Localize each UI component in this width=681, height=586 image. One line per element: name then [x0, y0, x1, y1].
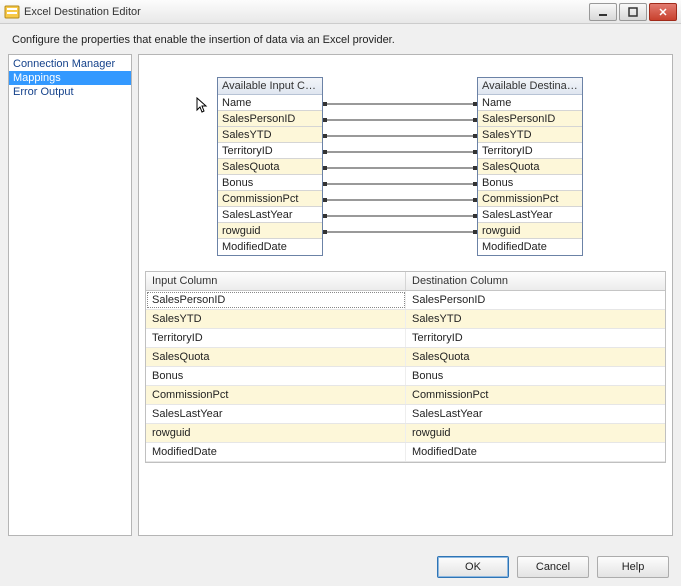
- input-column-name[interactable]: Name: [218, 95, 322, 111]
- nav-item-connection-manager[interactable]: Connection Manager: [9, 57, 131, 71]
- grid-row[interactable]: rowguidrowguid: [146, 424, 665, 443]
- ok-button[interactable]: OK: [437, 556, 509, 578]
- destination-column-salesquota[interactable]: SalesQuota: [478, 159, 582, 175]
- grid-cell-destination[interactable]: SalesLastYear: [406, 405, 665, 423]
- cancel-button[interactable]: Cancel: [517, 556, 589, 578]
- grid-cell-input[interactable]: SalesPersonID: [146, 291, 406, 309]
- grid-cell-destination[interactable]: SalesQuota: [406, 348, 665, 366]
- nav-item-mappings[interactable]: Mappings: [9, 71, 131, 85]
- input-column-salesquota[interactable]: SalesQuota: [218, 159, 322, 175]
- main-pane: Available Input Col... NameSalesPersonID…: [138, 54, 673, 536]
- grid-row[interactable]: SalesQuotaSalesQuota: [146, 348, 665, 367]
- grid-cell-destination[interactable]: CommissionPct: [406, 386, 665, 404]
- input-column-modifieddate[interactable]: ModifiedDate: [218, 239, 322, 255]
- input-columns-header: Available Input Col...: [218, 78, 322, 95]
- destination-column-rowguid[interactable]: rowguid: [478, 223, 582, 239]
- input-column-salespersonid[interactable]: SalesPersonID: [218, 111, 322, 127]
- grid-cell-destination[interactable]: Bonus: [406, 367, 665, 385]
- close-button[interactable]: [649, 3, 677, 21]
- grid-row[interactable]: ModifiedDateModifiedDate: [146, 443, 665, 462]
- grid-cell-input[interactable]: Bonus: [146, 367, 406, 385]
- grid-cell-destination[interactable]: SalesYTD: [406, 310, 665, 328]
- destination-column-salespersonid[interactable]: SalesPersonID: [478, 111, 582, 127]
- help-button[interactable]: Help: [597, 556, 669, 578]
- mapping-grid[interactable]: Input Column Destination Column SalesPer…: [145, 271, 666, 463]
- available-input-columns-box[interactable]: Available Input Col... NameSalesPersonID…: [217, 77, 323, 256]
- content-area: Connection ManagerMappingsError Output A…: [0, 54, 681, 536]
- grid-row[interactable]: SalesPersonIDSalesPersonID: [146, 291, 665, 310]
- grid-row[interactable]: SalesLastYearSalesLastYear: [146, 405, 665, 424]
- cursor-icon: [195, 97, 211, 116]
- input-column-salesytd[interactable]: SalesYTD: [218, 127, 322, 143]
- title-bar: Excel Destination Editor: [0, 0, 681, 24]
- input-column-saleslastyear[interactable]: SalesLastYear: [218, 207, 322, 223]
- grid-cell-destination[interactable]: rowguid: [406, 424, 665, 442]
- grid-cell-destination[interactable]: ModifiedDate: [406, 443, 665, 461]
- grid-cell-input[interactable]: SalesLastYear: [146, 405, 406, 423]
- grid-row[interactable]: CommissionPctCommissionPct: [146, 386, 665, 405]
- grid-header-input[interactable]: Input Column: [146, 272, 406, 290]
- destination-column-saleslastyear[interactable]: SalesLastYear: [478, 207, 582, 223]
- window-controls: [589, 3, 677, 21]
- available-destination-columns-box[interactable]: Available Destinatio... NameSalesPersonI…: [477, 77, 583, 256]
- nav-item-error-output[interactable]: Error Output: [9, 85, 131, 99]
- grid-cell-input[interactable]: SalesQuota: [146, 348, 406, 366]
- input-column-bonus[interactable]: Bonus: [218, 175, 322, 191]
- grid-cell-input[interactable]: ModifiedDate: [146, 443, 406, 461]
- grid-header: Input Column Destination Column: [146, 272, 665, 291]
- destination-column-name[interactable]: Name: [478, 95, 582, 111]
- grid-cell-input[interactable]: TerritoryID: [146, 329, 406, 347]
- grid-cell-input[interactable]: CommissionPct: [146, 386, 406, 404]
- input-column-commissionpct[interactable]: CommissionPct: [218, 191, 322, 207]
- window-title: Excel Destination Editor: [24, 6, 589, 18]
- input-column-rowguid[interactable]: rowguid: [218, 223, 322, 239]
- maximize-button[interactable]: [619, 3, 647, 21]
- minimize-button[interactable]: [589, 3, 617, 21]
- grid-cell-destination[interactable]: SalesPersonID: [406, 291, 665, 309]
- grid-row[interactable]: BonusBonus: [146, 367, 665, 386]
- destination-column-modifieddate[interactable]: ModifiedDate: [478, 239, 582, 255]
- mapping-diagram[interactable]: Available Input Col... NameSalesPersonID…: [139, 55, 672, 267]
- destination-column-commissionpct[interactable]: CommissionPct: [478, 191, 582, 207]
- description-text: Configure the properties that enable the…: [0, 24, 681, 54]
- destination-column-bonus[interactable]: Bonus: [478, 175, 582, 191]
- app-icon: [4, 4, 20, 20]
- destination-columns-header: Available Destinatio...: [478, 78, 582, 95]
- dialog-buttons: OK Cancel Help: [437, 556, 669, 578]
- grid-row[interactable]: TerritoryIDTerritoryID: [146, 329, 665, 348]
- destination-column-territoryid[interactable]: TerritoryID: [478, 143, 582, 159]
- destination-column-salesytd[interactable]: SalesYTD: [478, 127, 582, 143]
- input-column-territoryid[interactable]: TerritoryID: [218, 143, 322, 159]
- grid-row[interactable]: SalesYTDSalesYTD: [146, 310, 665, 329]
- grid-cell-input[interactable]: rowguid: [146, 424, 406, 442]
- grid-header-destination[interactable]: Destination Column: [406, 272, 665, 290]
- grid-cell-destination[interactable]: TerritoryID: [406, 329, 665, 347]
- navigation-pane: Connection ManagerMappingsError Output: [8, 54, 132, 536]
- grid-cell-input[interactable]: SalesYTD: [146, 310, 406, 328]
